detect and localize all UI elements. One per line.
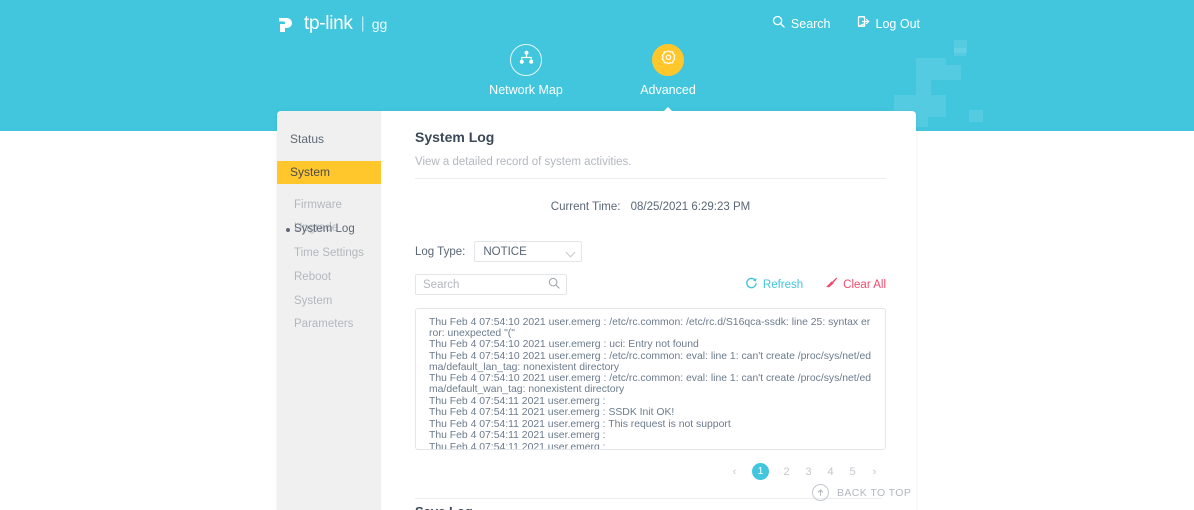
sidebar-item-reboot-label: Reboot (294, 271, 331, 283)
arrow-up-icon (812, 484, 829, 501)
pagination-page-4[interactable]: 4 (826, 466, 835, 478)
pagination-page-1[interactable]: 1 (752, 463, 769, 480)
log-line: Thu Feb 4 07:54:11 2021 user.emerg : Thi… (429, 420, 873, 431)
gear-icon-wrap (652, 44, 684, 76)
sidebar-item-time-settings-label: Time Settings (294, 247, 364, 259)
log-line: Thu Feb 4 07:54:10 2021 user.emerg : /et… (429, 318, 873, 340)
log-line: Thu Feb 4 07:54:10 2021 user.emerg : /et… (429, 352, 873, 374)
logout-icon (857, 15, 870, 33)
refresh-label: Refresh (763, 279, 803, 291)
clear-all-label: Clear All (843, 279, 886, 291)
search-icon[interactable] (548, 276, 560, 294)
sidebar-item-reboot[interactable]: Reboot (277, 266, 381, 289)
log-type-value: NOTICE (483, 246, 526, 258)
refresh-button[interactable]: Refresh (745, 276, 803, 294)
main-content: System Log View a detailed record of sys… (381, 111, 916, 510)
search-and-tools-row: Refresh Clear All (415, 274, 886, 295)
network-map-icon-wrap (510, 44, 542, 76)
header-actions: Search Log Out (772, 15, 920, 33)
pagination: ‹ 1 2 3 4 5 › (415, 463, 886, 480)
sidebar-item-system-parameters-label: System Parameters (294, 295, 353, 330)
refresh-icon (745, 276, 758, 294)
search-button[interactable]: Search (772, 15, 831, 33)
log-line: Thu Feb 4 07:54:10 2021 user.emerg : uci… (429, 340, 873, 351)
log-line: Thu Feb 4 07:54:11 2021 user.emerg : (429, 431, 873, 442)
current-time: Current Time: 08/25/2021 6:29:23 PM (415, 201, 886, 213)
gear-icon (660, 49, 677, 71)
pagination-page-5[interactable]: 5 (848, 466, 857, 478)
search-input[interactable] (423, 279, 548, 291)
log-type-select[interactable]: NOTICE (474, 241, 582, 262)
current-time-value: 08/25/2021 6:29:23 PM (631, 201, 751, 213)
next-section-title: Save Log (415, 504, 882, 510)
pagination-prev[interactable]: ‹ (730, 466, 739, 478)
sidebar-item-system-parameters[interactable]: System Parameters (277, 290, 381, 313)
sidebar-item-system[interactable]: System (277, 161, 381, 184)
sidebar-item-system-log-label: System Log (294, 223, 355, 235)
log-line: Thu Feb 4 07:54:11 2021 user.emerg : (429, 397, 873, 408)
content-card: Status System Firmware Upgrade System Lo… (277, 111, 916, 510)
nav-label-advanced: Advanced (640, 83, 696, 97)
brand-device-name: gg (372, 11, 388, 37)
pagination-page-3[interactable]: 3 (804, 466, 813, 478)
broom-icon (825, 276, 838, 294)
title-divider (415, 178, 886, 179)
sidebar-item-time-settings[interactable]: Time Settings (277, 242, 381, 265)
pagination-page-2[interactable]: 2 (782, 466, 791, 478)
brand-separator: | (361, 12, 365, 36)
sidebar-item-system-log[interactable]: System Log (277, 218, 381, 241)
search-field[interactable] (415, 274, 567, 295)
nav-label-network-map: Network Map (489, 83, 563, 97)
log-type-row: Log Type: NOTICE (415, 241, 886, 262)
back-to-top-button[interactable]: BACK TO TOP (812, 484, 911, 501)
search-icon (772, 15, 785, 33)
log-tools: Refresh Clear All (745, 276, 886, 294)
log-type-label: Log Type: (415, 246, 465, 258)
logout-button-label: Log Out (876, 17, 920, 31)
log-line: Thu Feb 4 07:54:11 2021 user.emerg : SSD… (429, 408, 873, 419)
brand-word: tp-link (304, 12, 353, 36)
network-map-icon (518, 49, 535, 71)
log-line: Thu Feb 4 07:54:11 2021 user.emerg : (429, 443, 873, 450)
main-navigation: Network Map Advanced (0, 44, 1194, 97)
pagination-next[interactable]: › (870, 466, 879, 478)
back-to-top-label: BACK TO TOP (837, 487, 911, 499)
page-title: System Log (415, 129, 886, 145)
tp-link-logo-icon (275, 12, 299, 36)
sidebar-item-status-label: Status (290, 132, 324, 146)
log-output-box[interactable]: Thu Feb 4 07:54:10 2021 user.emerg : /et… (415, 308, 886, 450)
search-button-label: Search (791, 17, 831, 31)
logout-button[interactable]: Log Out (857, 15, 920, 33)
sidebar-item-system-label: System (290, 165, 330, 179)
sidebar: Status System Firmware Upgrade System Lo… (277, 111, 381, 510)
nav-item-advanced[interactable]: Advanced (623, 44, 713, 97)
sidebar-item-firmware-upgrade[interactable]: Firmware Upgrade (277, 194, 381, 217)
current-time-label: Current Time: (551, 201, 621, 213)
log-line: Thu Feb 4 07:54:10 2021 user.emerg : /et… (429, 374, 873, 396)
chevron-down-icon (566, 248, 576, 258)
clear-all-button[interactable]: Clear All (825, 276, 886, 294)
brand[interactable]: tp-link | gg (275, 10, 387, 38)
sidebar-item-status[interactable]: Status (277, 128, 381, 151)
nav-item-network-map[interactable]: Network Map (481, 44, 571, 97)
page-subtitle: View a detailed record of system activit… (415, 156, 886, 168)
